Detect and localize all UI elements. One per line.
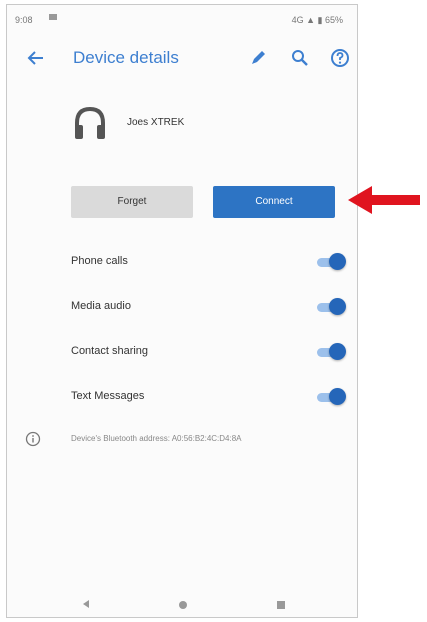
back-arrow-icon[interactable] (25, 47, 47, 69)
contact-sharing-switch[interactable] (313, 343, 346, 361)
nav-back-icon[interactable] (81, 599, 91, 609)
toggle-label: Media audio (71, 300, 131, 312)
bluetooth-address: Device's Bluetooth address: A0:56:B2:4C:… (71, 434, 242, 443)
connect-button[interactable]: Connect (213, 186, 335, 218)
switch-thumb (329, 253, 346, 270)
search-icon[interactable] (289, 47, 311, 69)
app-bar: Device details (7, 33, 357, 83)
device-name: Joes XTREK (127, 117, 185, 128)
bluetooth-address-row: Device's Bluetooth address: A0:56:B2:4C:… (7, 431, 357, 451)
forget-button[interactable]: Forget (71, 186, 193, 218)
info-icon (25, 431, 41, 447)
toggle-row-contact-sharing[interactable]: Contact sharing (7, 341, 357, 365)
text-messages-switch[interactable] (313, 388, 346, 406)
nav-home-icon[interactable] (179, 601, 187, 609)
navigation-bar (7, 589, 357, 617)
notification-icon (49, 14, 57, 20)
toggle-row-text-messages[interactable]: Text Messages (7, 386, 357, 410)
switch-thumb (329, 298, 346, 315)
toggle-row-phone-calls[interactable]: Phone calls (7, 251, 357, 275)
status-indicators: 4G ▲ ▮ 65% (291, 15, 343, 25)
switch-thumb (329, 343, 346, 360)
status-bar: 9:08 4G ▲ ▮ 65% (7, 5, 357, 33)
pencil-icon[interactable] (247, 47, 269, 69)
page-title: Device details (73, 48, 179, 67)
help-icon[interactable] (329, 47, 351, 69)
phone-screen: 9:08 4G ▲ ▮ 65% Device details Joes XTRE… (6, 4, 358, 618)
switch-thumb (329, 388, 346, 405)
toggle-label: Contact sharing (71, 345, 149, 357)
toggle-label: Phone calls (71, 255, 128, 267)
status-time: 9:08 (15, 15, 33, 25)
media-audio-switch[interactable] (313, 298, 346, 316)
nav-recents-icon[interactable] (277, 601, 285, 609)
phone-calls-switch[interactable] (313, 253, 346, 271)
toggle-row-media-audio[interactable]: Media audio (7, 296, 357, 320)
red-arrow-icon (348, 186, 420, 214)
headset-icon (75, 106, 105, 139)
toggle-label: Text Messages (71, 390, 145, 402)
